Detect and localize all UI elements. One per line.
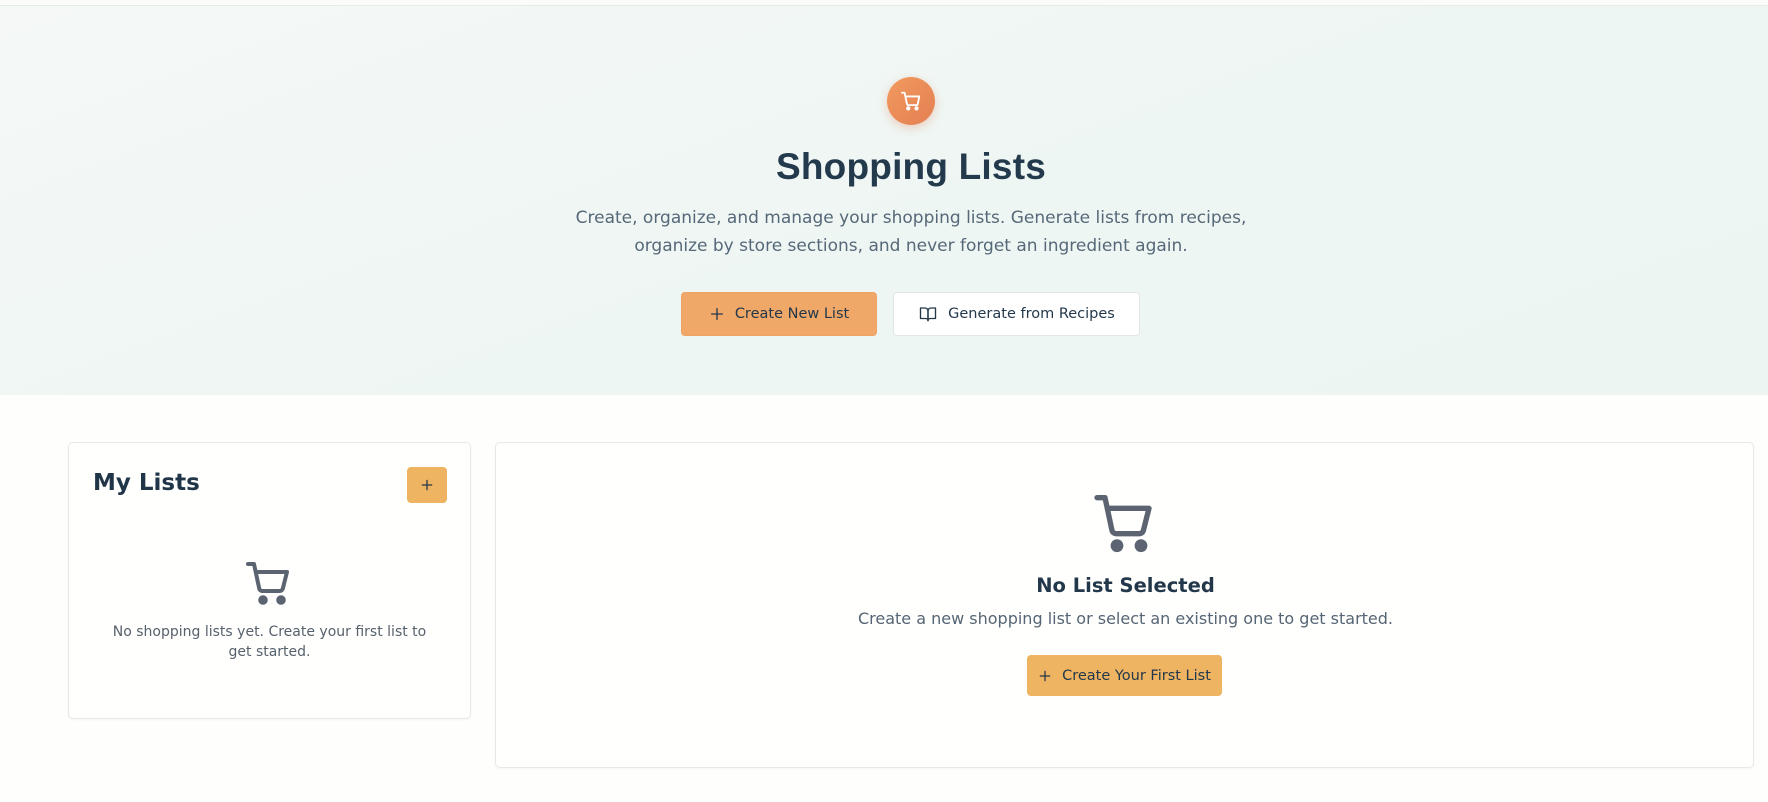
no-list-cart-icon [1093,491,1157,559]
add-list-button[interactable] [407,467,447,503]
no-list-selected-title: No List Selected [1036,574,1215,597]
empty-lists-cart-icon [245,559,293,611]
my-lists-title: My Lists [93,470,200,496]
create-first-list-button[interactable]: Create Your First List [1027,655,1222,696]
generate-from-recipes-button[interactable]: Generate from Recipes [893,292,1140,336]
generate-from-recipes-label: Generate from Recipes [948,306,1115,322]
create-new-list-button[interactable]: Create New List [681,292,877,336]
hero-cart-icon [887,77,935,125]
book-open-icon [919,307,937,322]
hero-section: Shopping Lists Create, organize, and man… [0,6,1768,395]
plus-icon [421,479,433,491]
create-new-list-label: Create New List [734,306,850,322]
page-description: Create, organize, and manage your shoppi… [575,208,1247,256]
empty-lists-message: No shopping lists yet. Create your first… [112,624,427,660]
plus-icon [710,308,723,320]
no-list-selected-description: Create a new shopping list or select an … [857,609,1394,628]
plus-icon [1039,670,1051,681]
list-detail-panel: No List Selected Create a new shopping l… [495,442,1754,768]
create-first-list-label: Create Your First List [1062,667,1211,684]
my-lists-panel: My Lists No shopping lists yet. Create y… [68,442,471,719]
page-title: Shopping Lists [775,146,1046,187]
